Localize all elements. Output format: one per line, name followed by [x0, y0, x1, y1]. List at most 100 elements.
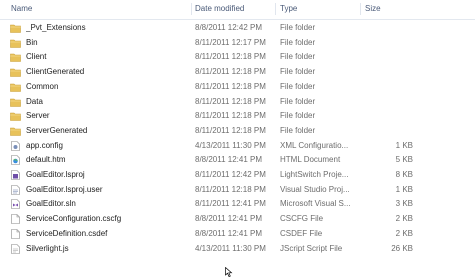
file-type: CSDEF File [280, 228, 323, 238]
file-name: app.config [26, 140, 63, 150]
file-name: _Pvt_Extensions [26, 23, 86, 32]
file-type: LightSwitch Proje... [280, 170, 349, 179]
file-date-modified: 8/11/2011 12:17 PM [195, 37, 266, 47]
file-size: 1 KB [395, 184, 413, 194]
file-name: Server [26, 111, 50, 121]
file-size: 1 KB [395, 140, 413, 150]
file-date-modified: 8/11/2011 12:41 PM [195, 199, 266, 209]
lightswitch-project-icon [11, 170, 20, 180]
folder-icon [10, 127, 21, 136]
file-name: ServerGenerated [26, 125, 88, 135]
file-type: File folder [280, 52, 316, 62]
file-row[interactable]: ServerGenerated 8/11/2011 12:18 PM File fo… [0, 124, 475, 138]
file-type: JScript Script File [280, 243, 343, 253]
file-size [365, 50, 413, 64]
folder-icon [10, 68, 21, 77]
file-row[interactable]: Client 8/11/2011 12:18 PM File folder [0, 50, 475, 64]
solution-file-icon [11, 199, 20, 210]
file-row[interactable]: ClientGenerated 8/11/2011 12:18 PM File fo… [0, 65, 475, 79]
script-file-icon [11, 243, 20, 254]
file-date-modified: 8/11/2011 12:18 PM [195, 96, 266, 106]
file-name: GoalEditor.lsproj.user [26, 184, 103, 194]
file-type: File folder [280, 37, 316, 47]
file-size [365, 65, 413, 79]
file-row[interactable]: _Pvt_Extensions 8/8/2011 12:42 PM File fol… [0, 21, 475, 35]
file-date-modified: 8/11/2011 12:42 PM [195, 170, 266, 179]
config-file-icon [11, 140, 20, 151]
file-row[interactable]: Common 8/11/2011 12:18 PM File folder [0, 80, 475, 94]
file-row[interactable]: Server 8/11/2011 12:18 PM File folder [0, 109, 475, 123]
file-type: HTML Document [280, 155, 341, 165]
file-date-modified: 8/8/2011 12:41 PM [195, 214, 263, 224]
file-name: Client [26, 52, 47, 62]
file-date-modified: 8/11/2011 12:18 PM [195, 184, 266, 194]
file-row[interactable]: Silverlight.js 4/13/2011 11:30 PM JScript … [0, 242, 475, 256]
file-name: Silverlight.js [26, 243, 69, 253]
mouse-cursor-icon [225, 267, 233, 277]
file-row[interactable]: ServiceDefinition.csdef 8/8/2011 12:41 PM… [0, 227, 475, 241]
file-date-modified: 8/11/2011 12:18 PM [195, 67, 266, 77]
file-size [365, 21, 413, 35]
file-date-modified: 8/8/2011 12:41 PM [195, 228, 263, 238]
folder-icon [10, 54, 21, 63]
file-type: CSCFG File [280, 214, 324, 224]
folder-icon [10, 24, 21, 33]
file-date-modified: 8/8/2011 12:41 PM [195, 155, 263, 165]
column-header-bar: Name Date modified Type Size [0, 0, 475, 20]
folder-icon [10, 112, 21, 121]
folder-icon [10, 39, 21, 48]
file-name: default.htm [26, 155, 66, 165]
file-type: File folder [280, 96, 316, 106]
file-name: Bin [26, 37, 38, 47]
file-row[interactable]: Data 8/11/2011 12:18 PM File folder [0, 95, 475, 109]
file-row[interactable]: app.config 4/13/2011 11:30 PM XML Configur… [0, 139, 475, 153]
file-type: Visual Studio Proj... [280, 184, 350, 194]
file-size [365, 95, 413, 109]
file-type: File folder [280, 23, 316, 32]
file-date-modified: 8/11/2011 12:18 PM [195, 52, 266, 62]
file-size: 2 KB [395, 228, 413, 238]
file-row[interactable]: default.htm 8/8/2011 12:41 PM HTML Documen… [0, 153, 475, 167]
column-header-type[interactable]: Type [277, 3, 361, 15]
file-row[interactable]: GoalEditor.lsproj 8/11/2011 12:42 PM Light… [0, 168, 475, 182]
file-date-modified: 8/11/2011 12:18 PM [195, 125, 266, 135]
file-type: File folder [280, 67, 316, 77]
file-row[interactable]: GoalEditor.lsproj.user 8/11/2011 12:18 PM… [0, 183, 475, 197]
file-type: File folder [280, 111, 316, 121]
file-size: 26 KB [391, 243, 413, 253]
file-name: Common [26, 81, 59, 91]
file-row[interactable]: ServiceConfiguration.cscfg 8/8/2011 12:41… [0, 212, 475, 226]
html-file-icon [11, 155, 20, 166]
file-size: 5 KB [395, 155, 413, 165]
file-date-modified: 8/11/2011 12:18 PM [195, 111, 266, 121]
generic-file-icon [11, 214, 20, 224]
file-size: 8 KB [395, 170, 413, 179]
file-name: GoalEditor.lsproj [26, 170, 85, 179]
file-name: ServiceDefinition.csdef [26, 228, 108, 238]
file-name: GoalEditor.sln [26, 199, 76, 209]
file-size: 2 KB [395, 214, 413, 224]
file-date-modified: 8/11/2011 12:18 PM [195, 81, 266, 91]
column-header-size[interactable]: Size [362, 3, 413, 15]
column-header-name[interactable]: Name [8, 3, 192, 15]
file-type: File folder [280, 125, 316, 135]
column-header-date-modified[interactable]: Date modified [192, 3, 276, 15]
file-date-modified: 4/13/2011 11:30 PM [195, 140, 266, 150]
file-name: ServiceConfiguration.cscfg [26, 214, 122, 224]
generic-file-icon [11, 228, 20, 239]
file-size [365, 124, 413, 138]
file-name: ClientGenerated [26, 67, 85, 77]
file-row[interactable]: GoalEditor.sln 8/11/2011 12:41 PM Microsof… [0, 197, 475, 211]
file-type: Microsoft Visual S... [280, 199, 351, 209]
file-size [365, 109, 413, 123]
file-name: Data [26, 96, 43, 106]
file-size [365, 36, 413, 50]
file-row[interactable]: Bin 8/11/2011 12:17 PM File folder [0, 36, 475, 50]
file-type: File folder [280, 81, 316, 91]
file-date-modified: 4/13/2011 11:30 PM [195, 243, 266, 253]
file-size [365, 80, 413, 94]
file-type: XML Configuratio... [280, 140, 349, 150]
vs-user-file-icon [11, 184, 20, 195]
folder-icon [10, 83, 21, 92]
file-date-modified: 8/8/2011 12:42 PM [195, 23, 263, 32]
